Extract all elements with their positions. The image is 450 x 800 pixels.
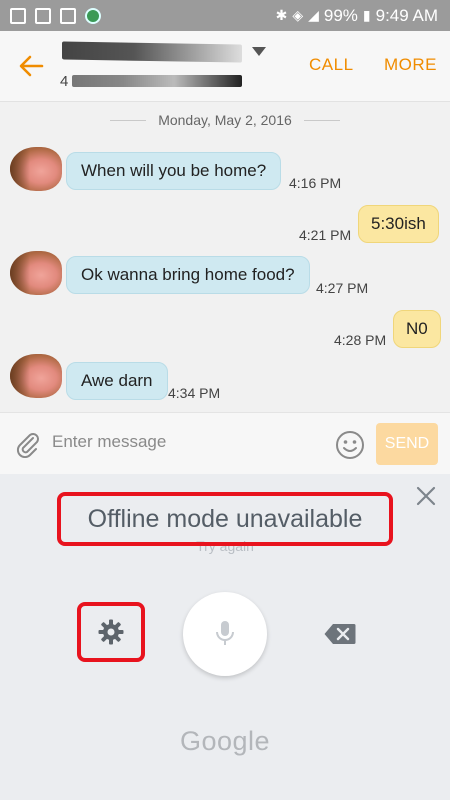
microphone-button[interactable] — [183, 592, 267, 676]
date-label: Monday, May 2, 2016 — [158, 112, 292, 128]
backspace-icon[interactable] — [324, 623, 356, 645]
clock: 9:49 AM — [375, 5, 438, 25]
message-timestamp: 4:34 PM — [168, 385, 221, 401]
message-list[interactable]: Monday, May 2, 2016 When will you be hom… — [0, 102, 450, 412]
message-timestamp: 4:21 PM — [299, 227, 352, 243]
avatar[interactable] — [10, 147, 62, 191]
voice-input-panel: Try again Offline mode unavailable Googl… — [0, 474, 450, 800]
emoji-icon[interactable] — [334, 429, 366, 461]
gear-icon — [98, 619, 124, 645]
offline-status-title: Offline mode unavailable — [57, 492, 393, 546]
paperclip-icon[interactable] — [14, 430, 42, 458]
shield-icon — [85, 7, 101, 24]
battery-icon: ▮ — [362, 7, 371, 23]
more-button[interactable]: MORE — [384, 55, 437, 75]
message-timestamp: 4:28 PM — [334, 332, 387, 348]
close-icon[interactable] — [414, 484, 438, 508]
incoming-message-bubble[interactable]: Awe darn — [66, 362, 168, 400]
message-timestamp: 4:27 PM — [316, 280, 369, 296]
message-input[interactable] — [52, 427, 322, 457]
message-composer: SEND — [0, 412, 450, 474]
send-button[interactable]: SEND — [376, 423, 438, 465]
contact-name-redacted[interactable] — [62, 41, 242, 63]
google-logo: Google — [179, 726, 271, 756]
message-timestamp: 4:16 PM — [289, 175, 342, 191]
battery-level: 99% — [323, 5, 358, 25]
status-bar: ✱ ◈ ◢ 99% ▮ 9:49 AM — [0, 0, 450, 31]
download-icon — [35, 7, 51, 24]
bluetooth-icon: ✱ — [275, 7, 288, 23]
date-separator: Monday, May 2, 2016 — [0, 110, 450, 130]
notification-icons — [10, 7, 101, 24]
microphone-icon — [216, 621, 234, 645]
voice-settings-button[interactable] — [77, 602, 145, 662]
conversation-header: 4 CALL MORE — [0, 31, 450, 102]
photo-icon — [60, 7, 76, 24]
avatar[interactable] — [10, 251, 62, 295]
wifi-icon: ◈ — [292, 7, 304, 23]
chevron-down-icon[interactable] — [252, 47, 266, 56]
incoming-message-bubble[interactable]: Ok wanna bring home food? — [66, 256, 310, 294]
divider — [110, 119, 147, 121]
contact-number-redacted — [72, 75, 242, 87]
divider — [303, 119, 340, 121]
signal-icon: ◢ — [308, 7, 319, 23]
outgoing-message-bubble[interactable]: 5:30ish — [358, 205, 439, 243]
outgoing-message-bubble[interactable]: N0 — [393, 310, 441, 348]
system-status: ✱ ◈ ◢ 99% ▮ 9:49 AM — [276, 6, 438, 26]
avatar[interactable] — [10, 354, 62, 398]
image-icon — [10, 7, 26, 24]
incoming-message-bubble[interactable]: When will you be home? — [66, 152, 282, 190]
back-arrow-icon[interactable] — [16, 51, 46, 81]
contact-number-prefix: 4 — [60, 73, 69, 90]
call-button[interactable]: CALL — [309, 55, 354, 75]
